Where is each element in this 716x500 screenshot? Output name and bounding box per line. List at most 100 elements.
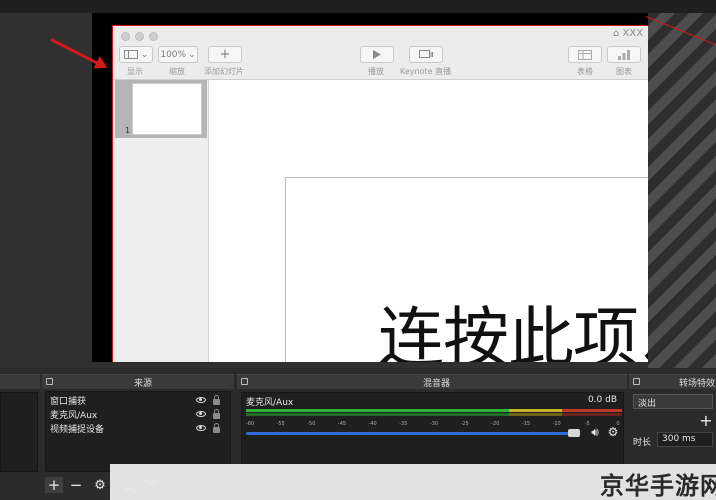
table-button[interactable] xyxy=(568,46,602,63)
slide-navigator: 1 xyxy=(113,80,209,362)
window-title: ⌂ XXX xyxy=(613,28,644,39)
gear-icon: ⚙ xyxy=(94,477,106,493)
mixer-settings-button[interactable]: ⚙ xyxy=(604,424,622,440)
view-button[interactable]: ⌄ xyxy=(119,46,153,63)
capture-bound-top xyxy=(112,25,648,26)
plus-icon: + xyxy=(47,476,61,494)
meter-tick-label: -25 xyxy=(460,421,469,427)
table-label: 表格 xyxy=(577,67,593,76)
top-strip xyxy=(0,0,716,13)
keynote-window[interactable]: ⌂ XXX ⌄ 显示 100% ⌄ 缩放 + 添加幻灯片 播放 Keynote … xyxy=(113,26,648,362)
keynote-toolbar: ⌂ XXX ⌄ 显示 100% ⌄ 缩放 + 添加幻灯片 播放 Keynote … xyxy=(113,26,648,80)
view-label: 显示 xyxy=(127,67,143,76)
transitions-panel-header: 转场特效 xyxy=(629,374,716,389)
add-transition-button[interactable]: + xyxy=(697,410,715,430)
slide-canvas[interactable]: 连按此项以 xyxy=(285,177,648,362)
scenes-list[interactable] xyxy=(0,392,38,472)
meter-tick-label: -55 xyxy=(276,421,285,427)
table-icon xyxy=(578,49,592,60)
slide-thumbnail[interactable] xyxy=(132,83,202,135)
source-properties-button[interactable]: ⚙ xyxy=(91,477,109,493)
obs-window: ⌂ XXX ⌄ 显示 100% ⌄ 缩放 + 添加幻灯片 播放 Keynote … xyxy=(0,0,716,500)
mixer-title: 混音器 xyxy=(423,379,451,389)
gear-icon: ⚙ xyxy=(607,425,619,439)
eye-icon[interactable] xyxy=(196,411,206,417)
source-item-video-capture[interactable]: 视频捕捉设备 xyxy=(50,422,104,435)
add-slide-button[interactable]: + xyxy=(208,46,242,63)
slide-text-placeholder[interactable]: 连按此项以 xyxy=(378,285,648,362)
speaker-icon: 🔊︎ xyxy=(591,424,599,439)
zoom-label: 缩放 xyxy=(169,67,185,76)
duration-label: 时长 xyxy=(633,438,652,448)
float-dock-icon[interactable] xyxy=(241,378,248,385)
meter-scale: -60 -55 -50 -45 -40 -35 -30 -25 -20 -15 -10 -5 0 xyxy=(246,421,622,429)
zoom-select[interactable]: 100% ⌄ xyxy=(158,46,198,63)
transitions-title: 转场特效 xyxy=(679,379,716,389)
plus-icon: + xyxy=(219,47,231,62)
lock-icon[interactable] xyxy=(213,423,220,433)
minus-icon: − xyxy=(69,476,83,494)
add-slide-label: 添加幻灯片 xyxy=(204,67,244,76)
meter-tick-label: -60 xyxy=(245,421,255,427)
meter-tick-label: -10 xyxy=(552,421,561,427)
mixer-channel: 麦克风/Aux 0.0 dB -60 -55 -50 -45 -40 -35 -30 -25 -… xyxy=(241,392,624,470)
keynote-live-label: Keynote 直播 xyxy=(400,67,452,76)
lock-icon[interactable] xyxy=(213,409,220,419)
duration-value: 300 ms xyxy=(662,434,696,444)
chart-button[interactable] xyxy=(607,46,641,63)
sources-panel-header: 来源 xyxy=(42,374,234,389)
scenes-panel xyxy=(0,374,40,500)
watermark-text: 京华手游网 xyxy=(600,472,716,500)
chart-label: 图表 xyxy=(616,67,632,76)
meter-tick-label: -40 xyxy=(368,421,377,427)
meter-tick-label: -50 xyxy=(307,421,316,427)
source-item-window-capture[interactable]: 窗口捕获 xyxy=(50,394,86,407)
sources-list[interactable]: 窗口捕获 麦克风/Aux 视频捕捉设备 xyxy=(45,391,231,472)
preview-out-of-bounds-area xyxy=(648,13,716,368)
eye-icon[interactable] xyxy=(196,425,206,431)
plus-icon: + xyxy=(699,410,713,430)
zoom-value: 100% xyxy=(160,49,187,60)
chevron-down-icon: ⌄ xyxy=(140,49,149,60)
transition-select[interactable]: 淡出 xyxy=(633,394,713,409)
volume-slider[interactable] xyxy=(246,432,576,435)
channel-name: 麦克风/Aux xyxy=(246,398,294,408)
transition-selected: 淡出 xyxy=(638,399,657,409)
eye-icon[interactable] xyxy=(196,397,206,403)
chevron-down-icon: ⌄ xyxy=(188,49,196,60)
play-label: 播放 xyxy=(368,67,384,76)
sidebar-icon xyxy=(123,50,138,59)
remove-source-button[interactable]: − xyxy=(67,476,85,494)
meter-tick-label: -15 xyxy=(521,421,531,427)
float-dock-icon[interactable] xyxy=(633,378,640,385)
volume-meter-top xyxy=(246,409,622,412)
keynote-live-button[interactable] xyxy=(409,46,443,63)
document-icon: ⌂ xyxy=(613,28,623,39)
capture-bound-left xyxy=(112,25,113,362)
meter-tick-label: -35 xyxy=(399,421,408,427)
lock-icon[interactable] xyxy=(213,395,220,405)
mixer-panel-header: 混音器 xyxy=(237,374,627,389)
chart-icon xyxy=(618,49,630,60)
add-source-button[interactable]: + xyxy=(45,476,63,494)
meter-tick-label: -45 xyxy=(337,421,347,427)
scenes-panel-header xyxy=(0,374,40,389)
play-icon xyxy=(373,50,381,59)
play-button[interactable] xyxy=(360,46,394,63)
slide-thumbnail-selected[interactable]: 1 xyxy=(115,80,207,138)
volume-slider-handle[interactable] xyxy=(567,429,580,437)
zoom-dot[interactable] xyxy=(149,32,158,41)
meter-tick-label: -30 xyxy=(429,421,439,427)
sources-title: 来源 xyxy=(134,379,153,389)
display-icon xyxy=(419,50,433,58)
volume-meter-bottom xyxy=(246,413,622,416)
float-dock-icon[interactable] xyxy=(46,378,53,385)
duration-input[interactable]: 300 ms xyxy=(657,432,713,447)
minimize-dot[interactable] xyxy=(135,32,144,41)
slide-number: 1 xyxy=(125,126,131,135)
meter-tick-label: -20 xyxy=(491,421,500,427)
close-dot[interactable] xyxy=(121,32,130,41)
source-item-mic-aux[interactable]: 麦克风/Aux xyxy=(50,408,97,421)
channel-db: 0.0 dB xyxy=(587,395,617,405)
mute-button[interactable]: 🔊︎ xyxy=(586,424,604,440)
